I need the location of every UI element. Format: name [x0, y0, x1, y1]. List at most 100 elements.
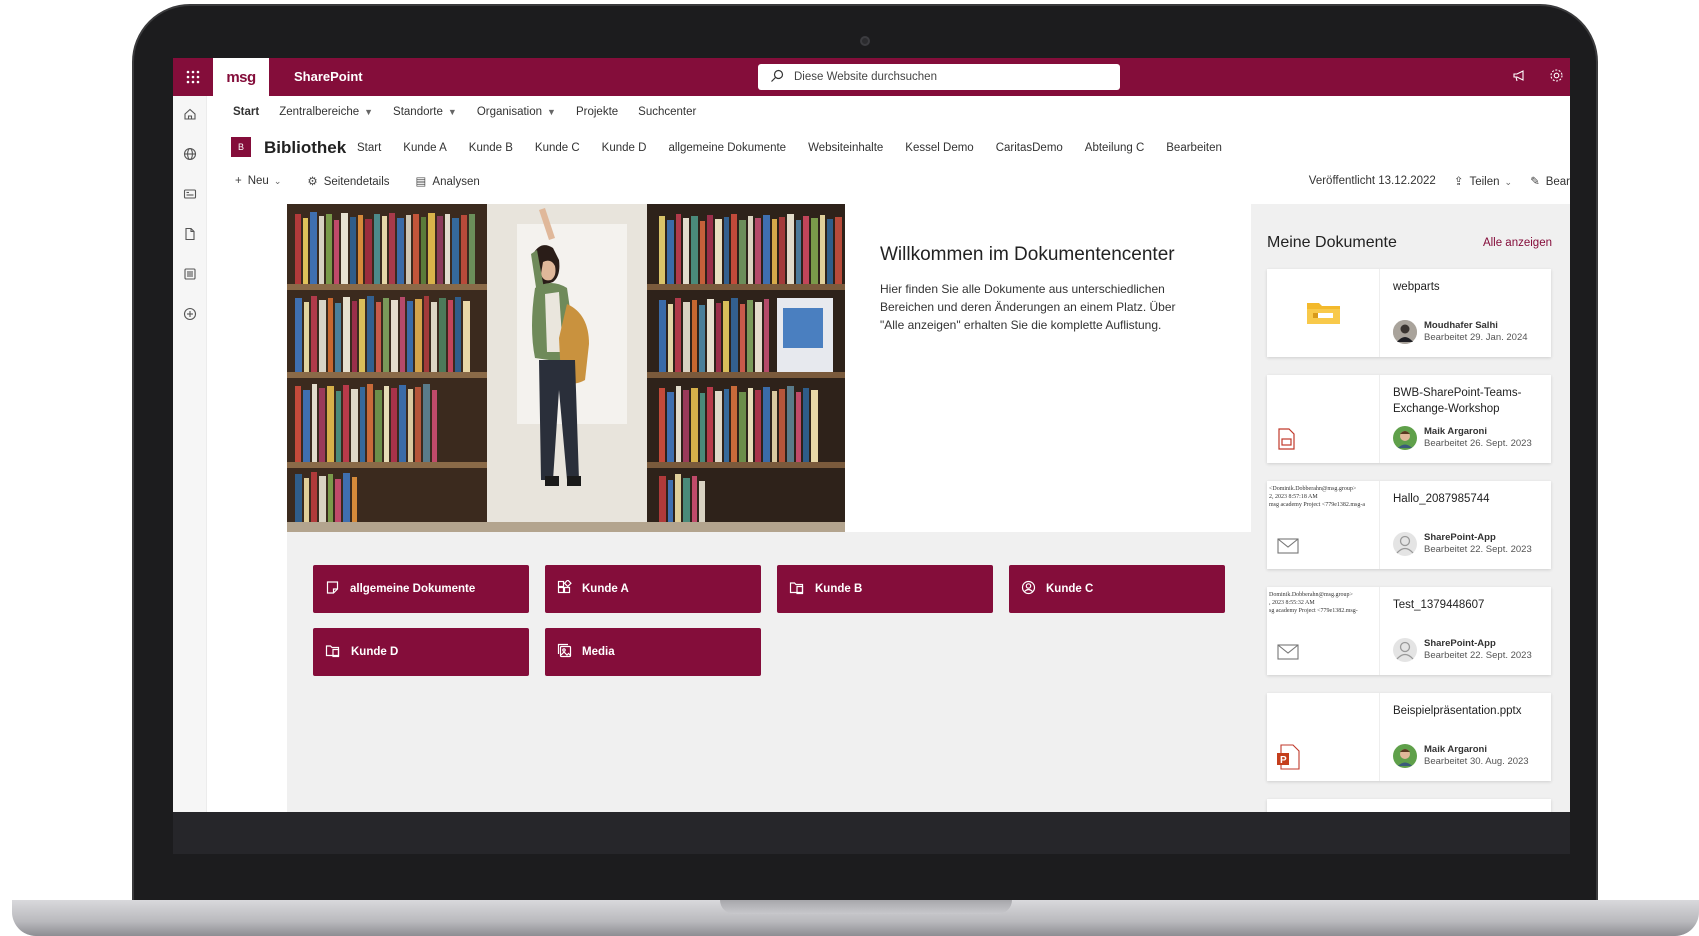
sitenav-item-start[interactable]: Start — [357, 142, 381, 154]
search-icon — [770, 69, 786, 86]
email-preview: Dominik.Dobberahn@msg.group> , 2023 8:55… — [1269, 591, 1358, 615]
tile-kunde-c[interactable]: Kunde C — [1009, 565, 1225, 613]
sitenav-item-kunde-b[interactable]: Kunde B — [469, 142, 513, 154]
company-logo[interactable]: msg — [213, 58, 269, 96]
page-details-button[interactable]: ⚙ Seitendetails — [307, 174, 389, 188]
list-icon[interactable] — [182, 266, 198, 282]
avatar — [1393, 744, 1417, 768]
document-name: Beispielpräsentation.pptx — [1393, 705, 1522, 717]
document-thumbnail: P — [1267, 693, 1380, 781]
analytics-label: Analysen — [432, 176, 480, 188]
folder-doc-icon — [325, 643, 341, 661]
document-author: Maik Argaroni — [1424, 744, 1487, 755]
tile-kunde-a[interactable]: Kunde A — [545, 565, 761, 613]
tile-label: Media — [582, 646, 615, 658]
create-icon[interactable] — [182, 306, 198, 322]
document-author: Maik Argaroni — [1424, 426, 1487, 437]
share-icon: ⇪ — [1453, 176, 1464, 188]
welcome-text: Hier finden Sie alle Dokumente aus unter… — [880, 282, 1176, 332]
site-navigation: Start Kunde A Kunde B Kunde C Kunde D al… — [357, 142, 1222, 154]
sitenav-item-websiteinhalte[interactable]: Websiteinhalte — [808, 142, 883, 154]
email-preview: <Dominik.Dobberahn@msg.group> 2, 2023 8:… — [1269, 485, 1365, 509]
hubnav-projekte[interactable]: Projekte — [576, 106, 618, 118]
chart-icon: ▤ — [415, 176, 427, 188]
sitenav-item-kessel-demo[interactable]: Kessel Demo — [905, 142, 973, 154]
megaphone-icon[interactable] — [1512, 68, 1527, 86]
avatar — [1393, 638, 1417, 662]
document-edited-date: Bearbeitet 29. Jan. 2024 — [1424, 332, 1528, 343]
document-name: BWB-SharePoint-Teams-Exchange-Workshop — [1393, 387, 1522, 415]
laptop-notch — [720, 900, 1012, 914]
hubnav-organisation[interactable]: Organisation ▼ — [477, 106, 556, 118]
document-card[interactable]: <Dominik.Dobberahn@msg.group> 2, 2023 8:… — [1267, 481, 1551, 569]
avatar — [1393, 426, 1417, 450]
document-edited-date: Bearbeitet 26. Sept. 2023 — [1424, 438, 1532, 449]
sitenav-item-allgemeine-dokumente[interactable]: allgemeine Dokumente — [668, 142, 786, 154]
tile-kunde-d[interactable]: Kunde D — [313, 628, 529, 676]
video-file-icon — [1278, 428, 1295, 450]
tile-allgemeine-dokumente[interactable]: allgemeine Dokumente — [313, 565, 529, 613]
gear-icon[interactable] — [1549, 68, 1564, 86]
page-details-label: Seitendetails — [323, 176, 390, 188]
document-card[interactable]: BWB-SharePoint-Teams-Exchange-Workshop M… — [1267, 375, 1551, 463]
document-thumbnail: <Dominik.Dobberahn@msg.group> 2, 2023 8:… — [1267, 481, 1380, 569]
email-preview-line: msg academy Project <779e1382.msg-a — [1269, 502, 1366, 508]
home-icon[interactable] — [182, 106, 198, 122]
tile-label: Kunde C — [1046, 583, 1094, 595]
globe-icon[interactable] — [182, 146, 198, 162]
powerpoint-icon: P — [1277, 744, 1300, 770]
sitenav-item-abteilung-c[interactable]: Abteilung C — [1085, 142, 1144, 154]
hubnav-label: Projekte — [575, 106, 619, 118]
news-icon[interactable] — [182, 186, 198, 202]
hubnav-label: Zentralbereiche — [279, 106, 360, 118]
hubnav-label: Start — [233, 106, 260, 118]
share-button[interactable]: ⇪ Teilen ⌄ — [1454, 174, 1512, 188]
document-icon — [325, 580, 340, 598]
app-launcher-icon[interactable] — [173, 58, 213, 96]
apps-icon — [557, 579, 572, 598]
show-all-link[interactable]: Alle anzeigen — [1483, 237, 1552, 249]
chevron-down-icon: ⌄ — [273, 176, 282, 186]
sitenav-item-bearbeiten[interactable]: Bearbeiten — [1166, 142, 1222, 154]
hubnav-zentralbereiche[interactable]: Zentralbereiche ▼ — [279, 106, 373, 118]
my-documents-title: Meine Dokumente — [1267, 234, 1397, 251]
document-card[interactable]: P Beispielpräsentation.pptx Maik Argaron… — [1267, 693, 1551, 781]
person-circle-icon — [1021, 580, 1036, 598]
sitenav-item-kunde-c[interactable]: Kunde C — [535, 142, 580, 154]
avatar — [1393, 532, 1417, 556]
suite-bar-actions — [1512, 68, 1564, 86]
tile-label: allgemeine Dokumente — [350, 583, 476, 595]
app-bar — [173, 96, 207, 812]
new-button[interactable]: + Neu ⌄ — [235, 175, 281, 187]
hubnav-start[interactable]: Start — [233, 106, 259, 118]
app-name[interactable]: SharePoint — [294, 69, 363, 84]
document-card[interactable] — [1267, 799, 1551, 812]
published-status: Veröffentlicht 13.12.2022 — [1308, 175, 1436, 187]
sitenav-item-kunde-d[interactable]: Kunde D — [602, 142, 647, 154]
document-name: Hallo_2087985744 — [1393, 493, 1490, 505]
hubnav-label: Suchcenter — [638, 106, 697, 118]
avatar — [1393, 320, 1417, 344]
hubnav-standorte[interactable]: Standorte ▼ — [393, 106, 457, 118]
sitenav-item-kunde-a[interactable]: Kunde A — [403, 142, 446, 154]
document-author: SharePoint-App — [1424, 638, 1496, 649]
analytics-button[interactable]: ▤ Analysen — [416, 174, 480, 188]
sitenav-item-caritasdemo[interactable]: CaritasDemo — [996, 142, 1063, 154]
images-icon — [557, 643, 572, 661]
laptop-bezel — [173, 812, 1570, 854]
site-title[interactable]: Bibliothek — [264, 138, 346, 158]
email-preview-line: Dominik.Dobberahn@msg.group> — [1269, 592, 1353, 598]
search-input[interactable]: Diese Website durchsuchen — [758, 64, 1120, 90]
document-card[interactable]: webparts Moudhafer Salhi Bearbeitet 29. … — [1267, 269, 1551, 357]
edit-button[interactable]: ✎ Bear — [1530, 174, 1570, 188]
hubnav-suchcenter[interactable]: Suchcenter — [638, 106, 696, 118]
file-icon[interactable] — [182, 226, 198, 242]
email-preview-line: sg academy Project <779e1382.msg- — [1269, 608, 1358, 614]
svg-text:P: P — [1280, 755, 1287, 766]
document-author: SharePoint-App — [1424, 532, 1496, 543]
document-card[interactable]: Dominik.Dobberahn@msg.group> , 2023 8:55… — [1267, 587, 1551, 675]
site-logo[interactable]: B — [231, 137, 251, 157]
email-preview-line: , 2023 8:55:32 AM — [1269, 600, 1315, 606]
tile-media[interactable]: Media — [545, 628, 761, 676]
tile-kunde-b[interactable]: Kunde B — [777, 565, 993, 613]
